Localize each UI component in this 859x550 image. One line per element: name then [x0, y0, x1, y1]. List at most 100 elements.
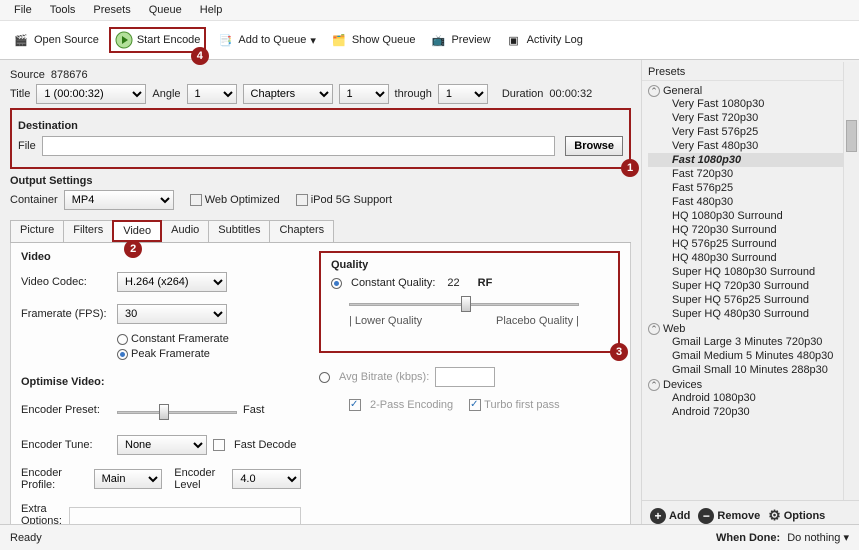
angle-select[interactable]: 1: [187, 84, 237, 104]
framerate-label: Framerate (FPS):: [21, 308, 111, 320]
preset-item[interactable]: Gmail Medium 5 Minutes 480p30: [648, 349, 857, 363]
show-queue-button[interactable]: 🗂️ Show Queue: [326, 29, 420, 51]
encoder-tune-select[interactable]: None: [117, 435, 207, 455]
preset-group-name[interactable]: Devices: [663, 379, 702, 391]
start-encode-button[interactable]: Start Encode 4: [109, 27, 207, 53]
tab-video[interactable]: Video 2: [112, 220, 162, 242]
status-text: Ready: [10, 532, 42, 544]
rf-label: RF: [478, 277, 493, 289]
preset-item[interactable]: Super HQ 1080p30 Surround: [648, 265, 857, 279]
tv-icon: 📺: [429, 31, 447, 49]
preset-item[interactable]: HQ 720p30 Surround: [648, 223, 857, 237]
avg-bitrate-radio[interactable]: [319, 372, 330, 383]
preset-item[interactable]: Fast 480p30: [648, 195, 857, 209]
add-to-queue-label: Add to Queue: [238, 34, 306, 46]
open-source-label: Open Source: [34, 34, 99, 46]
annotation-1: 1: [621, 159, 639, 177]
menu-tools[interactable]: Tools: [42, 2, 84, 18]
encoder-preset-slider[interactable]: [117, 405, 237, 419]
preset-item[interactable]: HQ 480p30 Surround: [648, 251, 857, 265]
tabs: Picture Filters Video 2 Audio Subtitles …: [10, 220, 631, 243]
activity-log-button[interactable]: ▣ Activity Log: [501, 29, 587, 51]
tab-subtitles[interactable]: Subtitles: [208, 220, 270, 242]
terminal-icon: ▣: [505, 31, 523, 49]
preset-item[interactable]: HQ 576p25 Surround: [648, 237, 857, 251]
encoder-tune-label: Encoder Tune:: [21, 439, 111, 451]
preset-add-button[interactable]: +Add: [650, 508, 690, 524]
chapters-mode-select[interactable]: Chapters: [243, 84, 333, 104]
menu-help[interactable]: Help: [192, 2, 231, 18]
preset-group-name[interactable]: General: [663, 85, 702, 97]
caret-icon[interactable]: ⌃: [648, 85, 660, 97]
encoder-profile-select[interactable]: Main: [94, 469, 163, 489]
caret-icon[interactable]: ⌃: [648, 379, 660, 391]
menu-presets[interactable]: Presets: [85, 2, 138, 18]
preset-list[interactable]: ⌃GeneralVery Fast 1080p30Very Fast 720p3…: [642, 81, 859, 500]
placebo-quality-label: Placebo Quality |: [496, 315, 579, 327]
activity-log-label: Activity Log: [527, 34, 583, 46]
title-select[interactable]: 1 (00:00:32): [36, 84, 146, 104]
play-icon: [115, 31, 133, 49]
preset-item[interactable]: Fast 720p30: [648, 167, 857, 181]
start-encode-label: Start Encode: [137, 34, 201, 46]
tab-chapters[interactable]: Chapters: [269, 220, 334, 242]
open-source-button[interactable]: 🎬 Open Source: [8, 29, 103, 51]
preset-group-name[interactable]: Web: [663, 323, 685, 335]
preset-item[interactable]: Gmail Small 10 Minutes 288p30: [648, 363, 857, 377]
preview-button[interactable]: 📺 Preview: [425, 29, 494, 51]
avg-bitrate-input[interactable]: [435, 367, 495, 387]
preset-options-button[interactable]: ⚙Options: [768, 507, 825, 524]
preset-options-label: Options: [784, 510, 826, 522]
preset-remove-button[interactable]: −Remove: [698, 508, 760, 524]
preset-item[interactable]: HQ 1080p30 Surround: [648, 209, 857, 223]
container-select[interactable]: MP4: [64, 190, 174, 210]
encoder-preset-label: Encoder Preset:: [21, 404, 111, 416]
scrollbar[interactable]: [843, 62, 859, 500]
menu-file[interactable]: File: [6, 2, 40, 18]
preset-item[interactable]: Android 1080p30: [648, 391, 857, 405]
preset-item[interactable]: Gmail Large 3 Minutes 720p30: [648, 335, 857, 349]
ipod-checkbox[interactable]: [296, 194, 308, 206]
preset-item[interactable]: Android 720p30: [648, 405, 857, 419]
tab-video-label: Video: [123, 225, 151, 237]
chapter-to-select[interactable]: 1: [438, 84, 488, 104]
tab-filters[interactable]: Filters: [63, 220, 113, 242]
preset-remove-label: Remove: [717, 510, 760, 522]
preset-add-label: Add: [669, 510, 690, 522]
tab-audio[interactable]: Audio: [161, 220, 209, 242]
tab-picture[interactable]: Picture: [10, 220, 64, 242]
preset-item[interactable]: Very Fast 1080p30: [648, 97, 857, 111]
fast-decode-checkbox[interactable]: [213, 439, 225, 451]
preset-item[interactable]: Fast 576p25: [648, 181, 857, 195]
web-optimized-checkbox[interactable]: [190, 194, 202, 206]
destination-input[interactable]: [42, 136, 556, 156]
encoder-preset-value: Fast: [243, 404, 264, 416]
annotation-3: 3: [610, 343, 628, 361]
angle-label: Angle: [152, 88, 180, 100]
encoder-level-select[interactable]: 4.0: [232, 469, 301, 489]
preset-item[interactable]: Super HQ 480p30 Surround: [648, 307, 857, 321]
optimise-title: Optimise Video:: [21, 376, 301, 388]
caret-icon[interactable]: ⌃: [648, 323, 660, 335]
preset-item[interactable]: Very Fast 576p25: [648, 125, 857, 139]
preset-item[interactable]: Very Fast 720p30: [648, 111, 857, 125]
preset-item[interactable]: Super HQ 720p30 Surround: [648, 279, 857, 293]
framerate-select[interactable]: 30: [117, 304, 227, 324]
browse-button[interactable]: Browse: [565, 136, 623, 156]
quality-slider[interactable]: [349, 297, 579, 311]
two-pass-checkbox[interactable]: [349, 399, 361, 411]
encoder-profile-label: Encoder Profile:: [21, 467, 88, 491]
preset-item[interactable]: Fast 1080p30: [648, 153, 857, 167]
menubar: File Tools Presets Queue Help: [0, 0, 859, 21]
peak-framerate-radio[interactable]: [117, 349, 128, 360]
turbo-checkbox[interactable]: [469, 399, 481, 411]
constant-quality-radio[interactable]: [331, 278, 342, 289]
add-to-queue-button[interactable]: 📑 Add to Queue ▾: [212, 29, 319, 51]
preset-item[interactable]: Very Fast 480p30: [648, 139, 857, 153]
menu-queue[interactable]: Queue: [141, 2, 190, 18]
constant-framerate-radio[interactable]: [117, 334, 128, 345]
chapter-from-select[interactable]: 1: [339, 84, 389, 104]
preset-item[interactable]: Super HQ 576p25 Surround: [648, 293, 857, 307]
when-done-value[interactable]: Do nothing ▾: [787, 532, 849, 544]
video-codec-select[interactable]: H.264 (x264): [117, 272, 227, 292]
